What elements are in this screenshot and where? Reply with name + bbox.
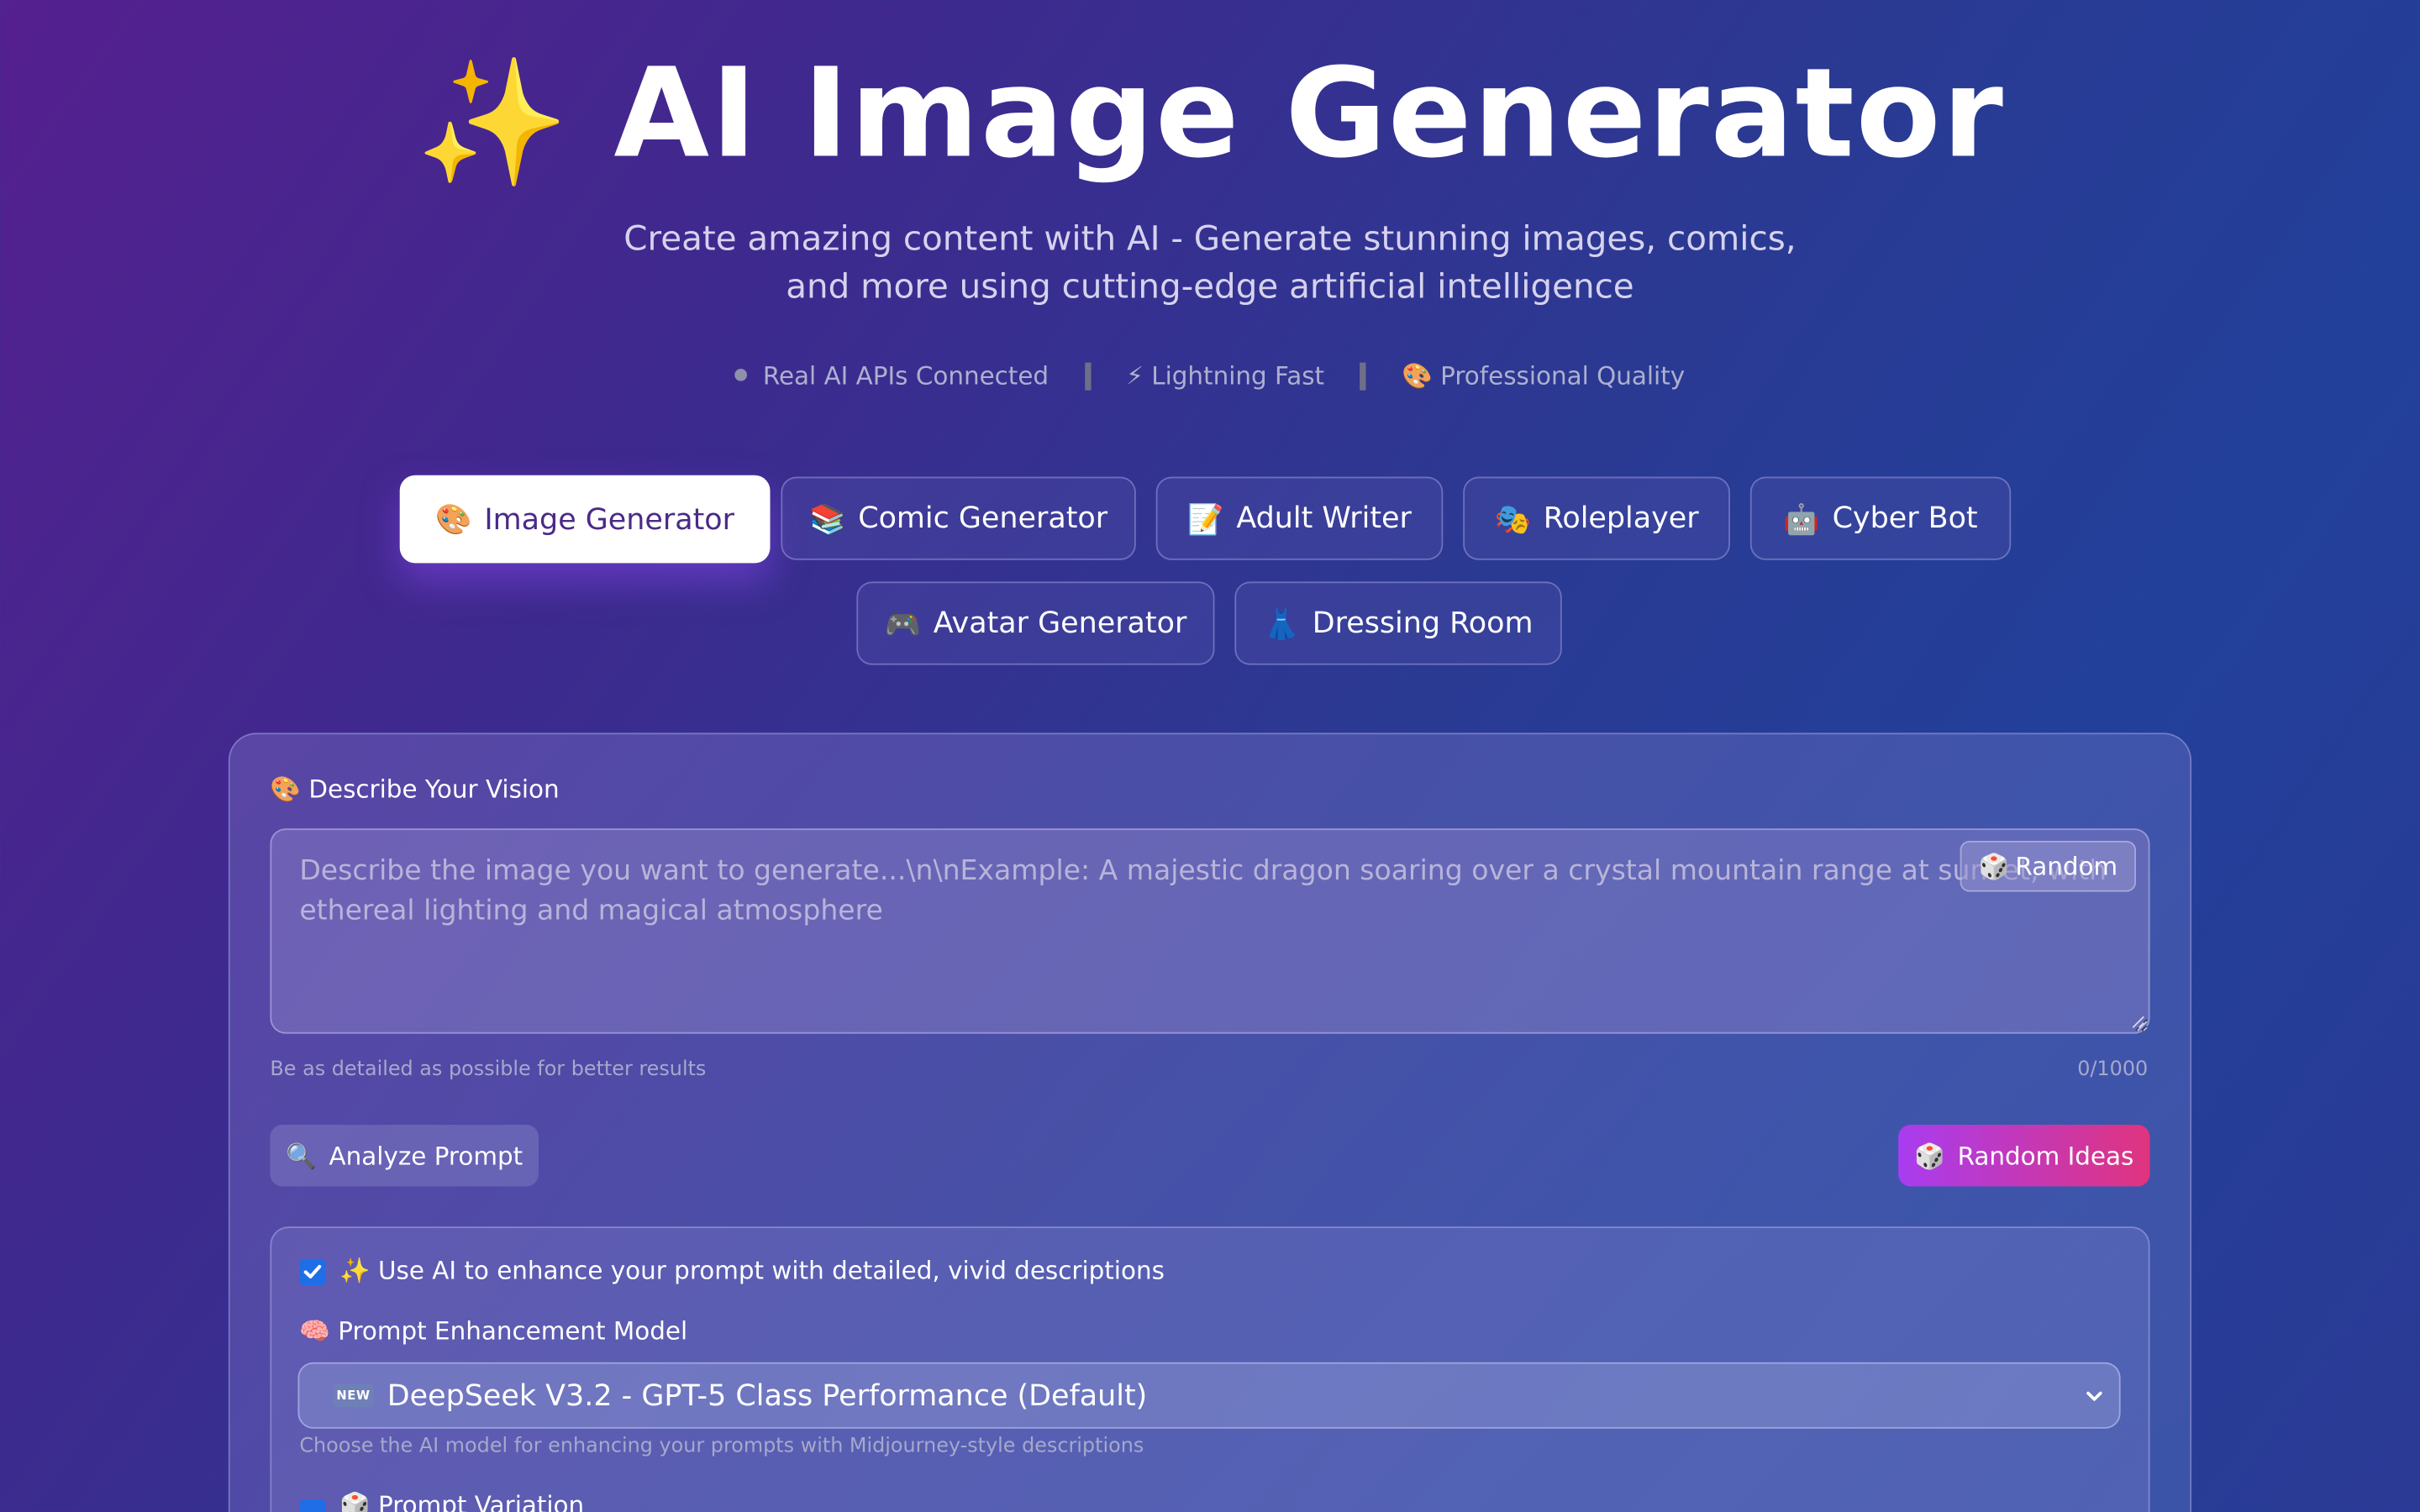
robot-icon: 🤖 <box>1783 501 1820 537</box>
model-select[interactable]: NEW DeepSeek V3.2 - GPT-5 Class Performa… <box>297 1362 2121 1429</box>
page-title: ✨ AI Image Generator <box>0 43 2420 194</box>
status-dot-icon <box>734 368 748 381</box>
vision-label-text: Describe Your Vision <box>308 774 560 804</box>
feature-divider <box>1084 362 1091 391</box>
enhance-checkbox-label: ✨ Use AI to enhance your prompt with det… <box>339 1256 1165 1285</box>
model-hint: Choose the AI model for enhancing your p… <box>299 1435 1144 1458</box>
tab-label: Roleplayer <box>1543 501 1699 536</box>
dice-icon: 🎲 <box>339 1490 371 1512</box>
page: ✨ AI Image Generator Create amazing conte… <box>0 0 2420 1512</box>
magnifier-icon: 🔍 <box>286 1141 317 1171</box>
page-subtitle: Create amazing content with AI - Generat… <box>623 220 1797 307</box>
tab-label: Image Generator <box>484 501 734 537</box>
game-controller-icon: 🎮 <box>884 606 922 642</box>
vision-label: 🎨 Describe Your Vision <box>270 774 559 804</box>
tab-cyber-bot[interactable]: 🤖 Cyber Bot <box>1749 476 2012 560</box>
tab-label: Comic Generator <box>858 501 1108 536</box>
memo-icon: 📝 <box>1187 501 1224 537</box>
enhance-checkbox[interactable] <box>299 1258 326 1285</box>
lightning-icon: ⚡ <box>1126 360 1144 391</box>
palette-icon: 🎨 <box>1402 360 1433 391</box>
model-label: 🧠 Prompt Enhancement Model <box>299 1316 687 1346</box>
char-counter: 0/1000 <box>2077 1058 2149 1082</box>
model-select-value: DeepSeek V3.2 - GPT-5 Class Performance … <box>387 1378 1148 1413</box>
tab-avatar-generator[interactable]: 🎮 Avatar Generator <box>856 581 1215 665</box>
ideas-button-label: Random Ideas <box>1957 1141 2134 1171</box>
feature-speed: Lightning Fast <box>1151 360 1325 391</box>
analyze-button-label: Analyze Prompt <box>329 1141 523 1171</box>
theater-masks-icon: 🎭 <box>1494 501 1532 537</box>
new-badge-icon: NEW <box>333 1383 374 1408</box>
page-title-text: AI Image Generator <box>613 41 2005 186</box>
variation-label-text: Prompt Variation <box>378 1490 585 1512</box>
brain-icon: 🧠 <box>299 1315 330 1346</box>
tab-adult-writer[interactable]: 📝 Adult Writer <box>1155 476 1444 560</box>
tab-image-generator[interactable]: 🎨 Image Generator <box>399 475 771 564</box>
random-ideas-button[interactable]: 🎲 Random Ideas <box>1898 1124 2150 1187</box>
dress-icon: 👗 <box>1263 606 1301 642</box>
model-label-text: Prompt Enhancement Model <box>338 1315 688 1346</box>
random-prompt-button[interactable]: 🎲 Random <box>1960 841 2136 892</box>
analyze-prompt-button[interactable]: 🔍 Analyze Prompt <box>270 1124 539 1187</box>
feature-api-status: Real AI APIs Connected <box>762 360 1050 391</box>
feature-quality: Professional Quality <box>1440 360 1686 391</box>
feature-divider <box>1360 362 1366 391</box>
sparkles-icon: ✨ <box>415 50 571 195</box>
checkmark-icon <box>303 1264 322 1278</box>
variation-label: 🎲 Prompt Variation <box>339 1490 584 1512</box>
tab-roleplayer[interactable]: 🎭 Roleplayer <box>1463 476 1730 560</box>
dice-icon: 🎲 <box>1914 1141 1945 1171</box>
tab-label: Adult Writer <box>1236 501 1412 536</box>
tab-comic-generator[interactable]: 📚 Comic Generator <box>781 476 1136 560</box>
feature-strip: Real AI APIs Connected ⚡ Lightning Fast … <box>0 361 2420 391</box>
tab-label: Cyber Bot <box>1832 501 1978 536</box>
random-button-label: Random <box>2015 851 2118 881</box>
dice-icon: 🎲 <box>1978 851 2010 881</box>
palette-icon: 🎨 <box>270 774 302 804</box>
variation-checkbox[interactable] <box>299 1499 326 1512</box>
tab-dressing-room[interactable]: 👗 Dressing Room <box>1234 581 1562 665</box>
books-icon: 📚 <box>809 501 846 537</box>
resize-handle-icon[interactable] <box>2131 1016 2145 1030</box>
chevron-down-icon <box>2086 1391 2102 1401</box>
prompt-input[interactable] <box>270 828 2150 1034</box>
tab-label: Avatar Generator <box>933 606 1187 641</box>
palette-icon: 🎨 <box>435 502 472 538</box>
prompt-hint: Be as detailed as possible for better re… <box>270 1058 707 1082</box>
tab-label: Dressing Room <box>1312 606 1534 641</box>
